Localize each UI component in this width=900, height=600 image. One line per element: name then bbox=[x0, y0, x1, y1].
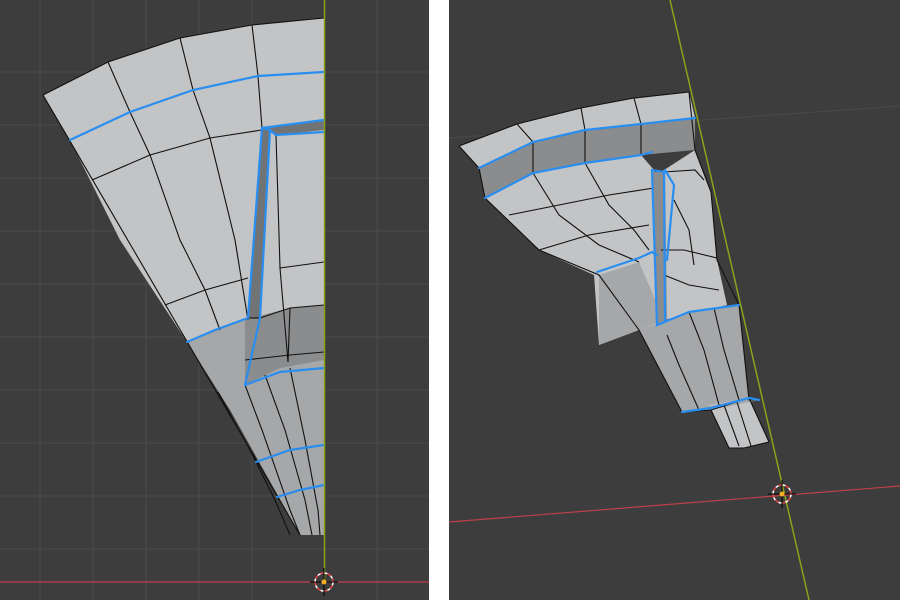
x-axis-line bbox=[449, 485, 900, 523]
viewport-front[interactable] bbox=[0, 0, 429, 600]
viewport-front-canvas[interactable] bbox=[0, 0, 429, 600]
viewport-perspective[interactable] bbox=[449, 0, 900, 600]
3d-cursor-icon[interactable] bbox=[310, 568, 338, 596]
viewport-perspective-canvas[interactable] bbox=[449, 0, 900, 600]
mesh-object[interactable] bbox=[43, 18, 324, 535]
3d-cursor-icon[interactable] bbox=[768, 480, 796, 508]
viewport-divider bbox=[429, 0, 449, 600]
